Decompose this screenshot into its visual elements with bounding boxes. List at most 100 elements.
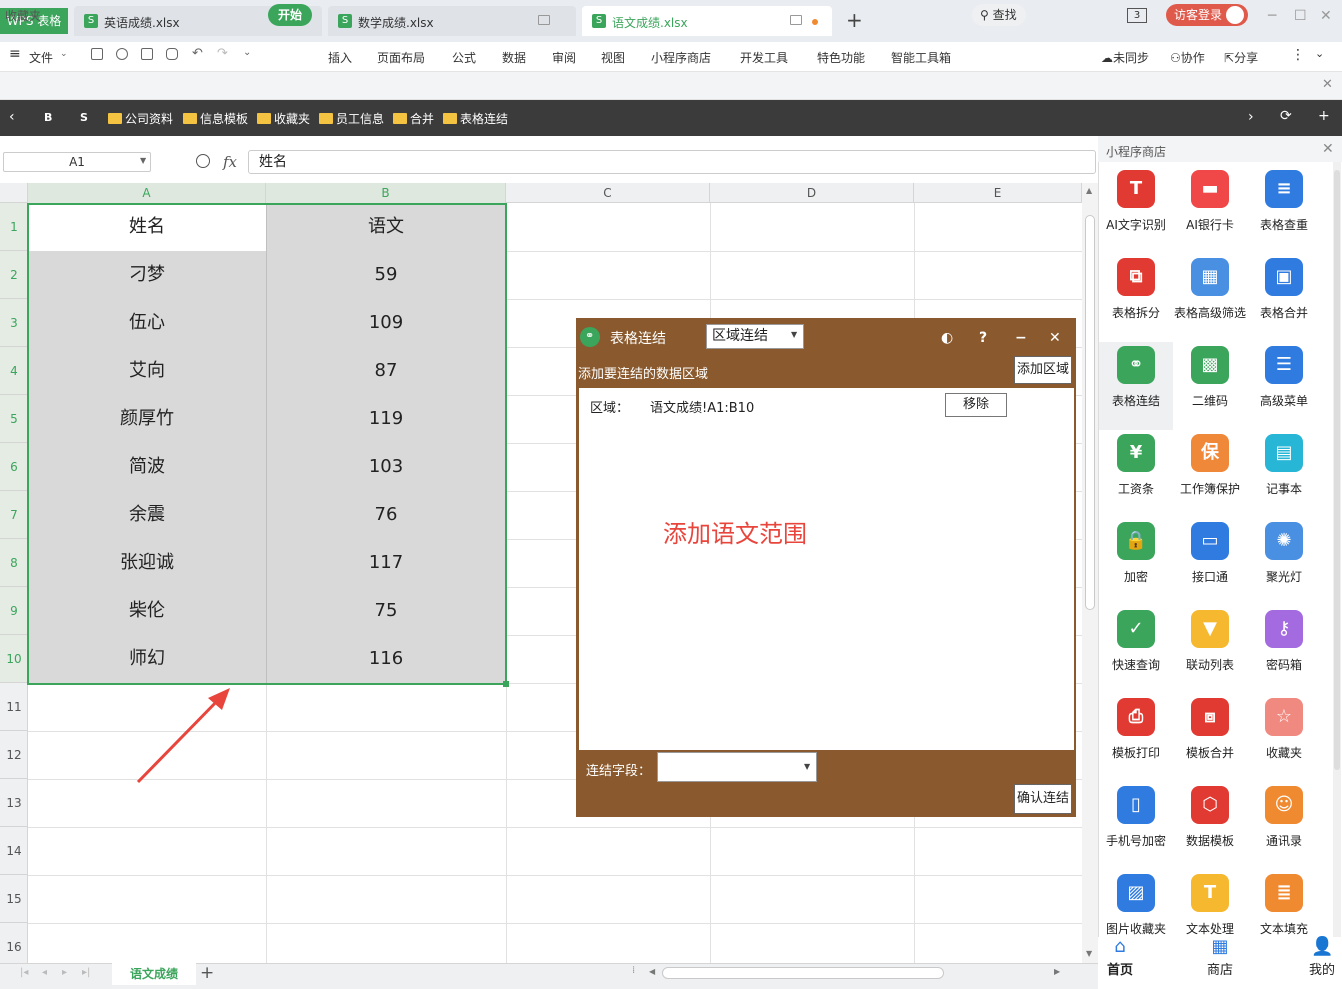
maximize-window-icon[interactable]: ☐ xyxy=(1294,8,1307,24)
app-tile[interactable]: ⎙ 模板打印 xyxy=(1099,694,1173,782)
row-header[interactable]: 11 xyxy=(0,683,28,731)
bookmark-b[interactable]: B xyxy=(44,111,52,124)
link-field-select[interactable] xyxy=(657,752,817,782)
column-header-a[interactable]: A xyxy=(28,183,266,203)
add-area-button[interactable]: 添加区域 xyxy=(1014,356,1072,384)
app-tile[interactable]: ☰ 高级菜单 xyxy=(1247,342,1321,430)
monitor-icon[interactable] xyxy=(538,15,550,25)
row-header[interactable]: 12 xyxy=(0,731,28,779)
tab-view[interactable]: 视图 xyxy=(601,49,625,66)
window-count-badge[interactable]: 3 xyxy=(1127,8,1147,23)
app-tile[interactable]: ▼ 联动列表 xyxy=(1173,606,1247,694)
redo-icon[interactable]: ↷ xyxy=(217,46,228,61)
remove-area-button[interactable]: 移除 xyxy=(945,393,1007,417)
row-header[interactable]: 1 xyxy=(0,203,28,251)
row-header[interactable]: 2 xyxy=(0,251,28,299)
chevron-down-icon[interactable]: ▼ xyxy=(804,762,810,771)
bookmark-folder[interactable]: 信息模板 xyxy=(183,110,248,127)
share-button[interactable]: ⇱分享 xyxy=(1224,49,1258,66)
hamburger-icon[interactable]: ≡ xyxy=(9,46,21,62)
chevron-down-icon[interactable]: ▼ xyxy=(791,330,797,339)
close-window-icon[interactable]: ✕ xyxy=(1320,8,1332,24)
collapse-ribbon-icon[interactable]: ⌄ xyxy=(1315,47,1324,60)
minimize-dialog-button[interactable]: − xyxy=(1015,330,1027,346)
more-tools-icon[interactable]: ⌄ xyxy=(243,47,251,58)
file-menu[interactable]: 文件 xyxy=(29,49,53,66)
app-tile[interactable]: ⧉ 表格拆分 xyxy=(1099,254,1173,342)
confirm-link-button[interactable]: 确认连结 xyxy=(1014,784,1072,814)
sheet-nav-first-icon[interactable]: |◂ xyxy=(20,967,28,978)
sheet-nav-last-icon[interactable]: ▸| xyxy=(82,967,90,978)
nav-store[interactable]: ▦ 商店 xyxy=(1190,937,1250,979)
close-dialog-button[interactable]: ✕ xyxy=(1049,330,1061,346)
save-icon[interactable] xyxy=(91,48,103,60)
minimize-window-icon[interactable]: ─ xyxy=(1268,8,1276,24)
scroll-left-icon[interactable]: ◀ xyxy=(649,967,655,976)
bookmark-folder[interactable]: 合并 xyxy=(393,110,434,127)
app-tile[interactable]: ▣ 表格合并 xyxy=(1247,254,1321,342)
zoom-icon[interactable] xyxy=(196,154,210,168)
chevron-left-icon[interactable]: ‹ xyxy=(9,109,15,125)
horizontal-scroll-thumb[interactable] xyxy=(662,967,944,979)
vertical-scroll-thumb[interactable] xyxy=(1085,215,1095,610)
nav-home[interactable]: ⌂ 首页 xyxy=(1090,937,1150,979)
column-header-c[interactable]: C xyxy=(506,183,710,203)
new-tab-button[interactable]: + xyxy=(846,8,863,32)
sheet-nav-prev-icon[interactable]: ◂ xyxy=(42,967,47,978)
tab-start[interactable]: 开始 xyxy=(268,4,312,26)
row-header[interactable]: 8 xyxy=(0,539,28,587)
collaborate-button[interactable]: ⚇协作 xyxy=(1170,49,1205,66)
row-header[interactable]: 10 xyxy=(0,635,28,683)
print-icon[interactable] xyxy=(141,48,153,60)
select-all-corner[interactable] xyxy=(0,183,28,203)
column-header-d[interactable]: D xyxy=(710,183,914,203)
app-tile[interactable]: ✓ 快速查询 xyxy=(1099,606,1173,694)
split-handle-icon[interactable]: ⁞ xyxy=(632,965,635,976)
tab-smart-toolbox[interactable]: 智能工具箱 xyxy=(891,49,951,66)
theme-toggle-icon[interactable]: ◐ xyxy=(941,330,953,346)
row-header[interactable]: 15 xyxy=(0,875,28,923)
app-tile[interactable]: ☆ 收藏夹 xyxy=(1247,694,1321,782)
column-header-e[interactable]: E xyxy=(914,183,1082,203)
app-tile[interactable]: ☺ 通讯录 xyxy=(1247,782,1321,870)
link-mode-select[interactable]: 区域连结 xyxy=(706,324,804,349)
app-tile[interactable]: T AI文字识别 xyxy=(1099,166,1173,254)
bookmark-folder[interactable]: 收藏夹 xyxy=(257,110,310,127)
app-tile[interactable]: ⧈ 模板合并 xyxy=(1173,694,1247,782)
formula-input[interactable]: 姓名 xyxy=(248,150,1096,174)
close-panel-icon[interactable]: ✕ xyxy=(1322,141,1334,157)
preview-icon[interactable] xyxy=(166,48,178,60)
scroll-right-icon[interactable]: ▶ xyxy=(1054,967,1060,976)
app-tile[interactable]: 🔒 加密 xyxy=(1099,518,1173,606)
fill-handle[interactable] xyxy=(503,681,509,687)
more-icon[interactable]: ⋮ xyxy=(1291,47,1305,63)
row-header[interactable]: 14 xyxy=(0,827,28,875)
tab-data[interactable]: 数据 xyxy=(502,49,526,66)
chevron-right-icon[interactable]: › xyxy=(1248,109,1254,125)
close-icon[interactable]: ✕ xyxy=(1322,77,1333,92)
name-box[interactable]: A1 xyxy=(3,152,151,172)
undo-icon[interactable]: ↶ xyxy=(192,46,203,61)
function-icon[interactable]: fx xyxy=(223,153,237,171)
app-tile[interactable]: ✺ 聚光灯 xyxy=(1247,518,1321,606)
bookmark-folder[interactable]: 表格连结 xyxy=(443,110,508,127)
tab-features[interactable]: 特色功能 xyxy=(817,49,865,66)
app-tile[interactable]: ≡ 表格查重 xyxy=(1247,166,1321,254)
refresh-icon[interactable]: ⟳ xyxy=(1280,108,1292,124)
monitor-icon[interactable] xyxy=(790,15,802,25)
app-tile[interactable]: ▯ 手机号加密 xyxy=(1099,782,1173,870)
export-icon[interactable] xyxy=(116,48,128,60)
row-header[interactable]: 7 xyxy=(0,491,28,539)
column-header-b[interactable]: B xyxy=(266,183,506,203)
row-header[interactable]: 13 xyxy=(0,779,28,827)
app-tile[interactable]: ▦ 表格高级筛选 xyxy=(1173,254,1247,342)
avatar[interactable] xyxy=(1226,6,1244,24)
tab-mini-program-store[interactable]: 小程序商店 xyxy=(651,49,711,66)
sheet-nav-next-icon[interactable]: ▸ xyxy=(62,967,67,978)
app-tile[interactable]: ⚷ 密码箱 xyxy=(1247,606,1321,694)
bookmark-folder[interactable]: 员工信息 xyxy=(319,110,384,127)
tab-insert[interactable]: 插入 xyxy=(328,49,352,66)
nav-mine[interactable]: 👤 我的 xyxy=(1292,937,1342,979)
tab-chinese[interactable]: S 语文成绩.xlsx xyxy=(582,6,832,36)
app-tile[interactable]: ▬ AI银行卡 xyxy=(1173,166,1247,254)
